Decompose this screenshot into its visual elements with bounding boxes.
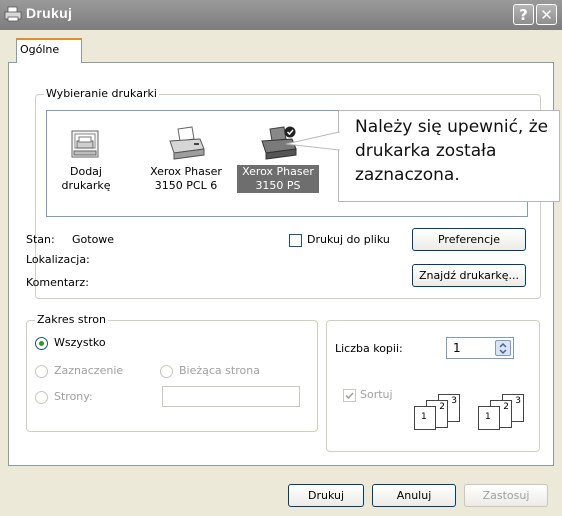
printer-selection-legend: Wybieranie drukarki xyxy=(44,87,159,100)
copies-value: 1 xyxy=(453,341,461,355)
printer-label: 3150 PS xyxy=(237,179,319,193)
print-dialog: Drukuj ? ✕ Ogólne Wybieranie drukarki Do… xyxy=(0,0,562,516)
current-page-radio[interactable] xyxy=(160,365,173,378)
printer-label: 3150 PCL 6 xyxy=(154,179,218,192)
pages-radio[interactable] xyxy=(35,391,48,404)
page-range-legend: Zakres stron xyxy=(35,313,108,326)
print-button[interactable]: Drukuj xyxy=(288,484,364,507)
callout-pointer xyxy=(285,131,340,151)
apply-button[interactable]: Zastosuj xyxy=(464,484,548,507)
collate-illustration: 3 2 1 3 2 1 xyxy=(412,392,538,430)
copies-spinner[interactable] xyxy=(495,340,511,356)
collate-set-1: 3 2 1 xyxy=(412,392,472,430)
window-title: Drukuj xyxy=(26,5,73,21)
pages-label[interactable]: Strony: xyxy=(54,390,93,403)
comment-label: Komentarz: xyxy=(26,276,89,289)
tab-general[interactable]: Ogólne xyxy=(16,38,82,63)
find-printer-button[interactable]: Znajdź drukarkę... xyxy=(412,264,526,287)
print-to-file-checkbox[interactable] xyxy=(289,234,302,247)
add-printer-icon xyxy=(71,130,99,158)
all-pages-label[interactable]: Wszystko xyxy=(54,336,106,349)
pages-input[interactable] xyxy=(162,386,300,407)
print-to-file-label[interactable]: Drukuj do pliku xyxy=(307,233,390,246)
help-button[interactable]: ? xyxy=(513,4,534,25)
spinner-arrows-icon xyxy=(499,342,507,355)
close-button[interactable]: ✕ xyxy=(536,4,557,25)
printer-item-add[interactable]: Dodaj drukarkę xyxy=(49,125,123,193)
printer-item-xerox-pcl6[interactable]: Xerox Phaser 3150 PCL 6 xyxy=(145,125,227,193)
current-page-label[interactable]: Bieżąca strona xyxy=(179,364,260,377)
radio-dot-icon xyxy=(39,341,44,346)
printer-label: Dodaj xyxy=(70,165,102,178)
location-label: Lokalizacja: xyxy=(26,253,90,266)
printer-icon xyxy=(169,126,205,160)
status-label: Stan: xyxy=(26,233,55,246)
collate-checkbox[interactable] xyxy=(343,389,356,402)
collate-set-2: 3 2 1 xyxy=(476,392,536,430)
selection-label[interactable]: Zaznaczenie xyxy=(54,364,123,377)
collate-label[interactable]: Sortuj xyxy=(360,388,393,401)
printer-label: Xerox Phaser xyxy=(150,165,222,178)
callout-note: Należy się upewnić, że drukarka została … xyxy=(338,110,560,202)
all-pages-radio[interactable] xyxy=(35,337,48,350)
preferences-button[interactable]: Preferencje xyxy=(412,228,526,251)
title-bar[interactable]: Drukuj ? ✕ xyxy=(0,0,562,30)
printer-label: drukarkę xyxy=(61,179,111,192)
cancel-button[interactable]: Anuluj xyxy=(372,484,456,507)
checkmark-icon xyxy=(345,392,354,400)
copies-label: Liczba kopii: xyxy=(335,342,403,355)
status-value: Gotowe xyxy=(72,233,115,246)
selection-radio[interactable] xyxy=(35,365,48,378)
copies-input[interactable]: 1 xyxy=(446,337,514,359)
printer-icon xyxy=(4,6,22,22)
